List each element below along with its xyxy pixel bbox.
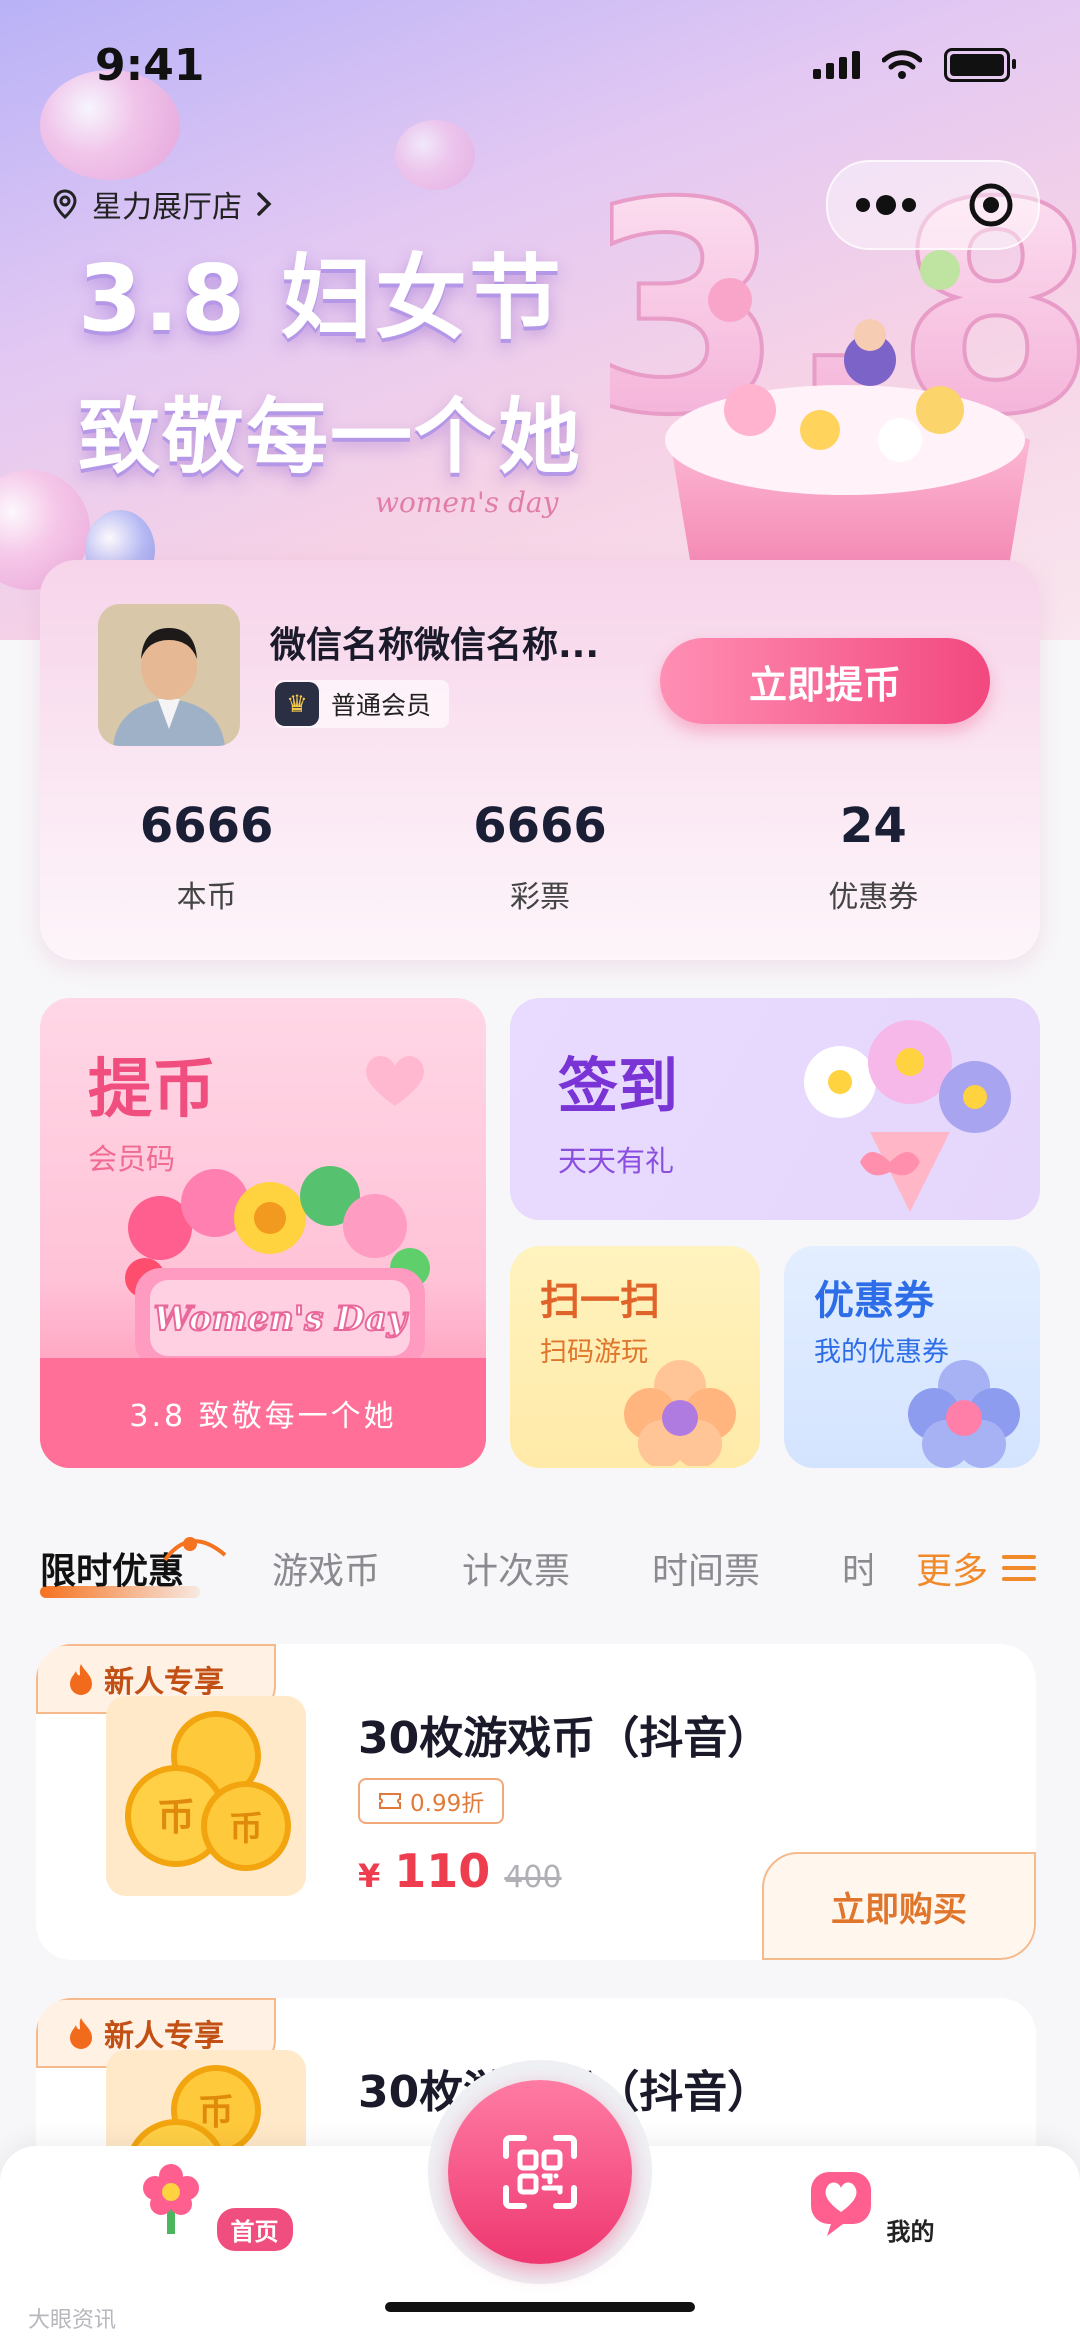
- discount-badge: 0.99折: [358, 1778, 505, 1824]
- hero-subtitle: 致敬每一个她: [78, 390, 583, 485]
- member-level-label: 普通会员: [331, 691, 432, 720]
- stat-label: 本币: [176, 880, 237, 915]
- stat-lottery[interactable]: 6666 彩票: [373, 798, 706, 916]
- nav-home-label: 首页: [216, 2208, 293, 2251]
- sale-price: 110: [394, 1844, 491, 1898]
- scan-fab[interactable]: [428, 2060, 652, 2284]
- tab-game-coins[interactable]: 游戏币: [272, 1542, 380, 1594]
- avatar-image: [98, 604, 240, 746]
- mini-program-capsule: [826, 160, 1040, 250]
- svg-text:Women's Day: Women's Day: [153, 1299, 408, 1339]
- hero-script-text: women's day: [375, 486, 559, 519]
- flower-icon: [908, 1360, 1020, 1468]
- flower-icon: [624, 1360, 736, 1466]
- product-card[interactable]: 新人专享 币 币 30枚游戏币（抖音） 0.99折 ¥ 110 400 立即购买: [36, 1644, 1036, 1960]
- heart-icon: [366, 1055, 424, 1106]
- signal-icon: [813, 51, 860, 79]
- user-nickname: 微信名称微信名称...: [270, 625, 600, 666]
- watermark: 大眼资讯: [28, 2308, 117, 2333]
- store-name: 星力展厅店: [92, 190, 242, 225]
- card-title: 扫一扫: [540, 1278, 660, 1324]
- buy-now-button[interactable]: 立即购买: [762, 1852, 1036, 1960]
- avatar[interactable]: [98, 604, 240, 746]
- card-ribbon-text: 3.8 致敬每一个她: [40, 1358, 486, 1468]
- price-row: ¥ 110 400: [358, 1844, 562, 1898]
- tab-truncated[interactable]: 时: [842, 1542, 872, 1594]
- stat-value: 6666: [139, 798, 274, 854]
- stat-label: 优惠券: [828, 880, 919, 915]
- nav-me[interactable]: 我的: [778, 2160, 958, 2247]
- checkin-card[interactable]: 签到 天天有礼: [510, 998, 1040, 1220]
- gold-coins-image: 币 币: [125, 1711, 291, 1871]
- store-selector[interactable]: 星力展厅店: [52, 182, 272, 226]
- more-label: 更多: [915, 1551, 988, 1592]
- wifi-icon: [882, 50, 922, 79]
- new-user-label: 新人专享: [104, 1665, 224, 1700]
- profile-card: 微信名称微信名称... ♛ 普通会员 立即提币 6666 本币 6666 彩票 …: [40, 560, 1040, 960]
- fire-icon: [70, 2018, 92, 2049]
- battery-icon: [944, 48, 1016, 82]
- stat-coins[interactable]: 6666 本币: [40, 798, 373, 916]
- stat-value: 6666: [473, 798, 607, 854]
- currency-symbol: ¥: [358, 1857, 381, 1895]
- coupon-card[interactable]: 优惠券 我的优惠券: [784, 1246, 1040, 1468]
- more-dots-icon[interactable]: [851, 193, 921, 217]
- fire-icon: [70, 1664, 92, 1695]
- tab-count-tickets[interactable]: 计次票: [462, 1542, 570, 1594]
- original-price: 400: [504, 1860, 562, 1895]
- card-title: 提币: [88, 1053, 216, 1127]
- new-user-label: 新人专享: [104, 2019, 224, 2054]
- ticket-icon: [379, 1793, 401, 1809]
- card-subtitle: 天天有礼: [558, 1144, 675, 1178]
- stats-row: 6666 本币 6666 彩票 24 优惠券: [40, 798, 1040, 916]
- svg-text:币: 币: [229, 1809, 263, 1849]
- heart-bubble-decoration: [395, 120, 475, 190]
- product-title: 30枚游戏币（抖音）: [358, 1713, 772, 1764]
- nav-home[interactable]: 首页: [122, 2160, 302, 2251]
- card-title: 优惠券: [814, 1278, 934, 1324]
- more-tabs-button[interactable]: 更多: [916, 1542, 1036, 1594]
- home-indicator: [385, 2302, 695, 2312]
- card-title: 签到: [558, 1052, 678, 1122]
- home-flower-icon: [143, 2164, 200, 2234]
- category-tabs: 限时优惠 游戏币 计次票 时间票 时 更多: [0, 1530, 1080, 1610]
- womens-day-flower-board: Women's Day: [125, 1166, 430, 1368]
- chevron-right-icon: [257, 192, 272, 216]
- tab-time-tickets[interactable]: 时间票: [652, 1542, 760, 1594]
- svg-text:币: 币: [198, 2092, 234, 2133]
- discount-label: 0.99折: [410, 1791, 485, 1817]
- member-level-badge: ♛ 普通会员: [275, 680, 450, 728]
- scan-card[interactable]: 扫一扫 扫码游玩: [510, 1246, 760, 1468]
- menu-icon: [1002, 1555, 1036, 1581]
- status-bar: 9:41: [0, 0, 1080, 130]
- crown-icon: ♛: [275, 682, 319, 726]
- withdraw-now-button[interactable]: 立即提币: [660, 638, 990, 724]
- tab-decoration-icon: [163, 1537, 227, 1562]
- hero-title: 3.8 妇女节: [78, 245, 564, 352]
- stat-coupons[interactable]: 24 优惠券: [707, 798, 1040, 916]
- location-pin-icon: [53, 189, 77, 219]
- flower-bouquet-icon: [804, 1020, 1011, 1212]
- withdraw-card[interactable]: 提币 会员码 Women's Day 3.8 致敬每一个她: [40, 998, 486, 1468]
- svg-text:币: 币: [157, 1795, 195, 1839]
- heart-chat-icon: [811, 2172, 872, 2236]
- stat-value: 24: [839, 798, 907, 854]
- status-time: 9:41: [95, 40, 205, 91]
- stat-label: 彩票: [509, 880, 570, 915]
- qr-scan-icon: [503, 2135, 577, 2209]
- nav-me-label: 我的: [886, 2218, 935, 2246]
- close-capsule-icon[interactable]: [967, 181, 1015, 229]
- product-thumbnail: 币 币: [106, 1696, 306, 1896]
